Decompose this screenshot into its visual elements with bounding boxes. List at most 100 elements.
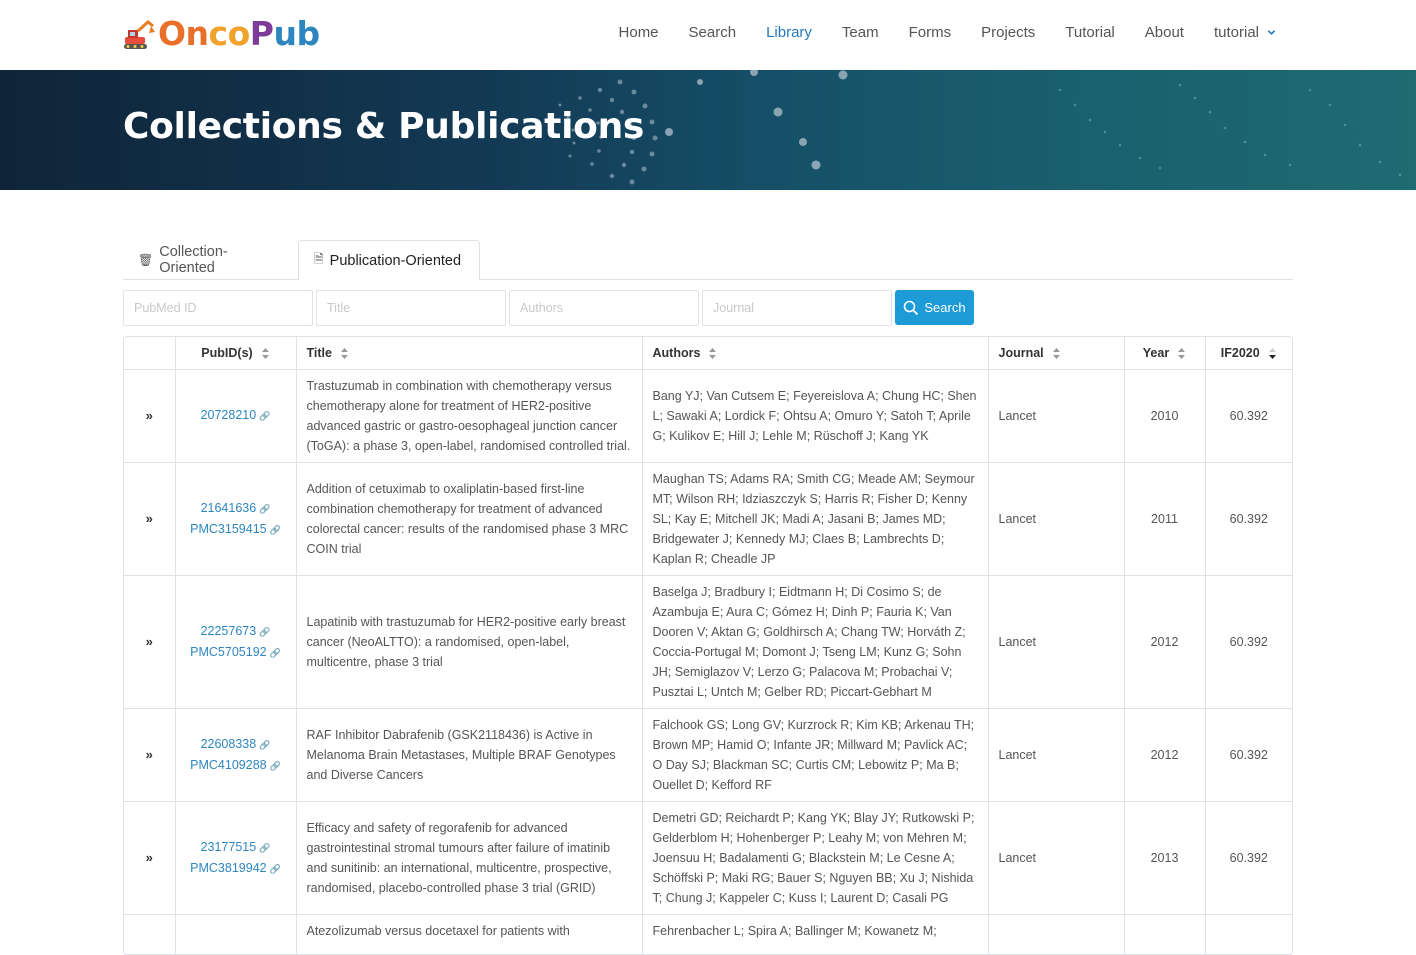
search-button[interactable]: Search — [895, 290, 974, 325]
pubid-link[interactable]: 23177515 🔗 — [186, 837, 286, 858]
nav-search[interactable]: Search — [689, 24, 737, 41]
link-icon: 🔗 — [259, 842, 271, 853]
chevron-down-icon — [1267, 29, 1276, 35]
pmc-link[interactable]: PMC3819942 🔗 — [186, 858, 286, 879]
year-cell: 2011 — [1123, 462, 1205, 576]
journal-cell — [987, 914, 1124, 955]
year-cell: 2013 — [1123, 801, 1205, 915]
expand-row-icon[interactable] — [124, 914, 175, 955]
nav-about[interactable]: About — [1145, 24, 1184, 41]
table-row: » 23177515 🔗 PMC3819942 🔗 Efficacy and saf… — [124, 801, 1292, 915]
pmc-link[interactable]: PMC5705192 🔗 — [186, 642, 286, 663]
user-menu-label: tutorial — [1213, 23, 1259, 41]
year-cell: 2012 — [1123, 708, 1205, 802]
excavator-icon — [124, 20, 155, 49]
if2020-cell: 60.392 — [1204, 708, 1292, 802]
nav-team[interactable]: Team — [842, 24, 879, 41]
link-icon: 🔗 — [259, 626, 271, 637]
col-pubids[interactable]: PubID(s) — [174, 337, 296, 370]
expand-row-icon[interactable]: » — [124, 369, 175, 463]
pubid-link[interactable]: 22257673 🔗 — [186, 621, 286, 642]
pubmed-id-input[interactable] — [123, 290, 313, 326]
pubid-cell — [174, 914, 296, 955]
navbar: OncoPub Home Search Library Team Forms P… — [0, 0, 1416, 70]
search-icon — [904, 300, 919, 315]
if2020-cell: 60.392 — [1204, 575, 1292, 709]
if2020-cell: 60.392 — [1204, 462, 1292, 576]
sort-icon — [1052, 347, 1060, 359]
authors-cell: Falchook GS; Long GV; Kurzrock R; Kim KB… — [641, 708, 988, 802]
nav-forms[interactable]: Forms — [909, 24, 952, 41]
tab-label: Publication-Oriented — [329, 252, 462, 269]
link-icon: 🔗 — [269, 863, 281, 874]
tab-publication-oriented[interactable]: 🗎 Publication-Oriented — [298, 240, 480, 281]
archive-icon: 🗑 — [138, 253, 154, 267]
user-menu[interactable]: tutorial — [1214, 24, 1276, 41]
main-nav: Home Search Library Team Forms Projects … — [589, 0, 1276, 64]
col-authors[interactable]: Authors — [641, 337, 988, 370]
link-icon: 🔗 — [259, 503, 271, 514]
search-button-label: Search — [924, 300, 966, 315]
table-body: » 20728210 🔗 Trastuzumab in combination w… — [124, 369, 1292, 955]
pubid-cell: 21641636 🔗 PMC3159415 🔗 — [174, 462, 296, 576]
year-cell: 2010 — [1123, 369, 1205, 463]
authors-cell: Maughan TS; Adams RA; Smith CG; Meade AM… — [641, 462, 988, 576]
nav-library[interactable]: Library — [766, 24, 812, 41]
expand-row-icon[interactable]: » — [124, 801, 175, 915]
tab-collection-oriented[interactable]: 🗑 Collection-Oriented — [123, 240, 298, 280]
link-icon: 🔗 — [269, 647, 281, 658]
link-icon: 🔗 — [259, 411, 271, 421]
document-icon: 🗎 — [314, 252, 324, 266]
expand-row-icon[interactable]: » — [124, 575, 175, 709]
sort-icon — [340, 347, 348, 359]
authors-input[interactable] — [509, 290, 699, 326]
link-icon: 🔗 — [269, 524, 281, 535]
table-header-row: PubID(s) Title Authors Journal Year IF20… — [124, 337, 1292, 370]
sort-icon — [261, 347, 269, 359]
col-if2020[interactable]: IF2020 — [1204, 337, 1292, 370]
title-input[interactable] — [316, 290, 506, 326]
col-journal[interactable]: Journal — [987, 337, 1124, 370]
authors-cell: Bang YJ; Van Cutsem E; Feyereislova A; C… — [641, 369, 988, 463]
journal-cell: Lancet — [987, 575, 1124, 709]
nav-projects[interactable]: Projects — [981, 24, 1035, 41]
link-icon: 🔗 — [269, 760, 281, 771]
pubid-cell: 22608338 🔗 PMC4109288 🔗 — [174, 708, 296, 802]
title-cell: Trastuzumab in combination with chemothe… — [295, 369, 642, 463]
year-cell — [1123, 914, 1205, 955]
sort-desc-icon — [1268, 347, 1276, 359]
page-banner: Collections & Publications — [0, 70, 1416, 190]
pubid-cell: 20728210 🔗 — [174, 369, 296, 463]
publications-table: PubID(s) Title Authors Journal Year IF20… — [123, 336, 1293, 955]
authors-cell: Demetri GD; Reichardt P; Kang YK; Blay J… — [641, 801, 988, 915]
title-cell: Atezolizumab versus docetaxel for patien… — [295, 914, 642, 955]
pubid-link[interactable]: 20728210 🔗 — [186, 405, 286, 426]
table-row: » 20728210 🔗 Trastuzumab in combination w… — [124, 369, 1292, 463]
journal-cell: Lancet — [987, 462, 1124, 576]
oncopub-logo[interactable]: OncoPub — [122, 14, 320, 54]
col-expand — [124, 337, 175, 370]
expand-row-icon[interactable]: » — [124, 462, 175, 576]
logo-text: OncoPub — [158, 14, 320, 53]
pubid-link[interactable]: 22608338 🔗 — [186, 734, 286, 755]
pmc-link[interactable]: PMC3159415 🔗 — [186, 519, 286, 540]
journal-cell: Lancet — [987, 369, 1124, 463]
title-cell: Lapatinib with trastuzumab for HER2-posi… — [295, 575, 642, 709]
title-cell: RAF Inhibitor Dabrafenib (GSK2118436) is… — [295, 708, 642, 802]
col-title[interactable]: Title — [295, 337, 642, 370]
nav-tutorial[interactable]: Tutorial — [1065, 24, 1114, 41]
nav-home[interactable]: Home — [619, 24, 659, 41]
col-year[interactable]: Year — [1123, 337, 1205, 370]
expand-row-icon[interactable]: » — [124, 708, 175, 802]
if2020-cell: 60.392 — [1204, 801, 1292, 915]
if2020-cell — [1204, 914, 1292, 955]
pubid-cell: 22257673 🔗 PMC5705192 🔗 — [174, 575, 296, 709]
pmc-link[interactable]: PMC4109288 🔗 — [186, 755, 286, 776]
pubid-link[interactable]: 21641636 🔗 — [186, 498, 286, 519]
page-title: Collections & Publications — [123, 106, 645, 147]
journal-input[interactable] — [702, 290, 892, 326]
sort-icon — [1178, 347, 1186, 359]
table-row: » 22608338 🔗 PMC4109288 🔗 RAF Inhibitor Da… — [124, 708, 1292, 802]
journal-cell: Lancet — [987, 708, 1124, 802]
table-row: » 22257673 🔗 PMC5705192 🔗 Lapatinib with t… — [124, 575, 1292, 709]
